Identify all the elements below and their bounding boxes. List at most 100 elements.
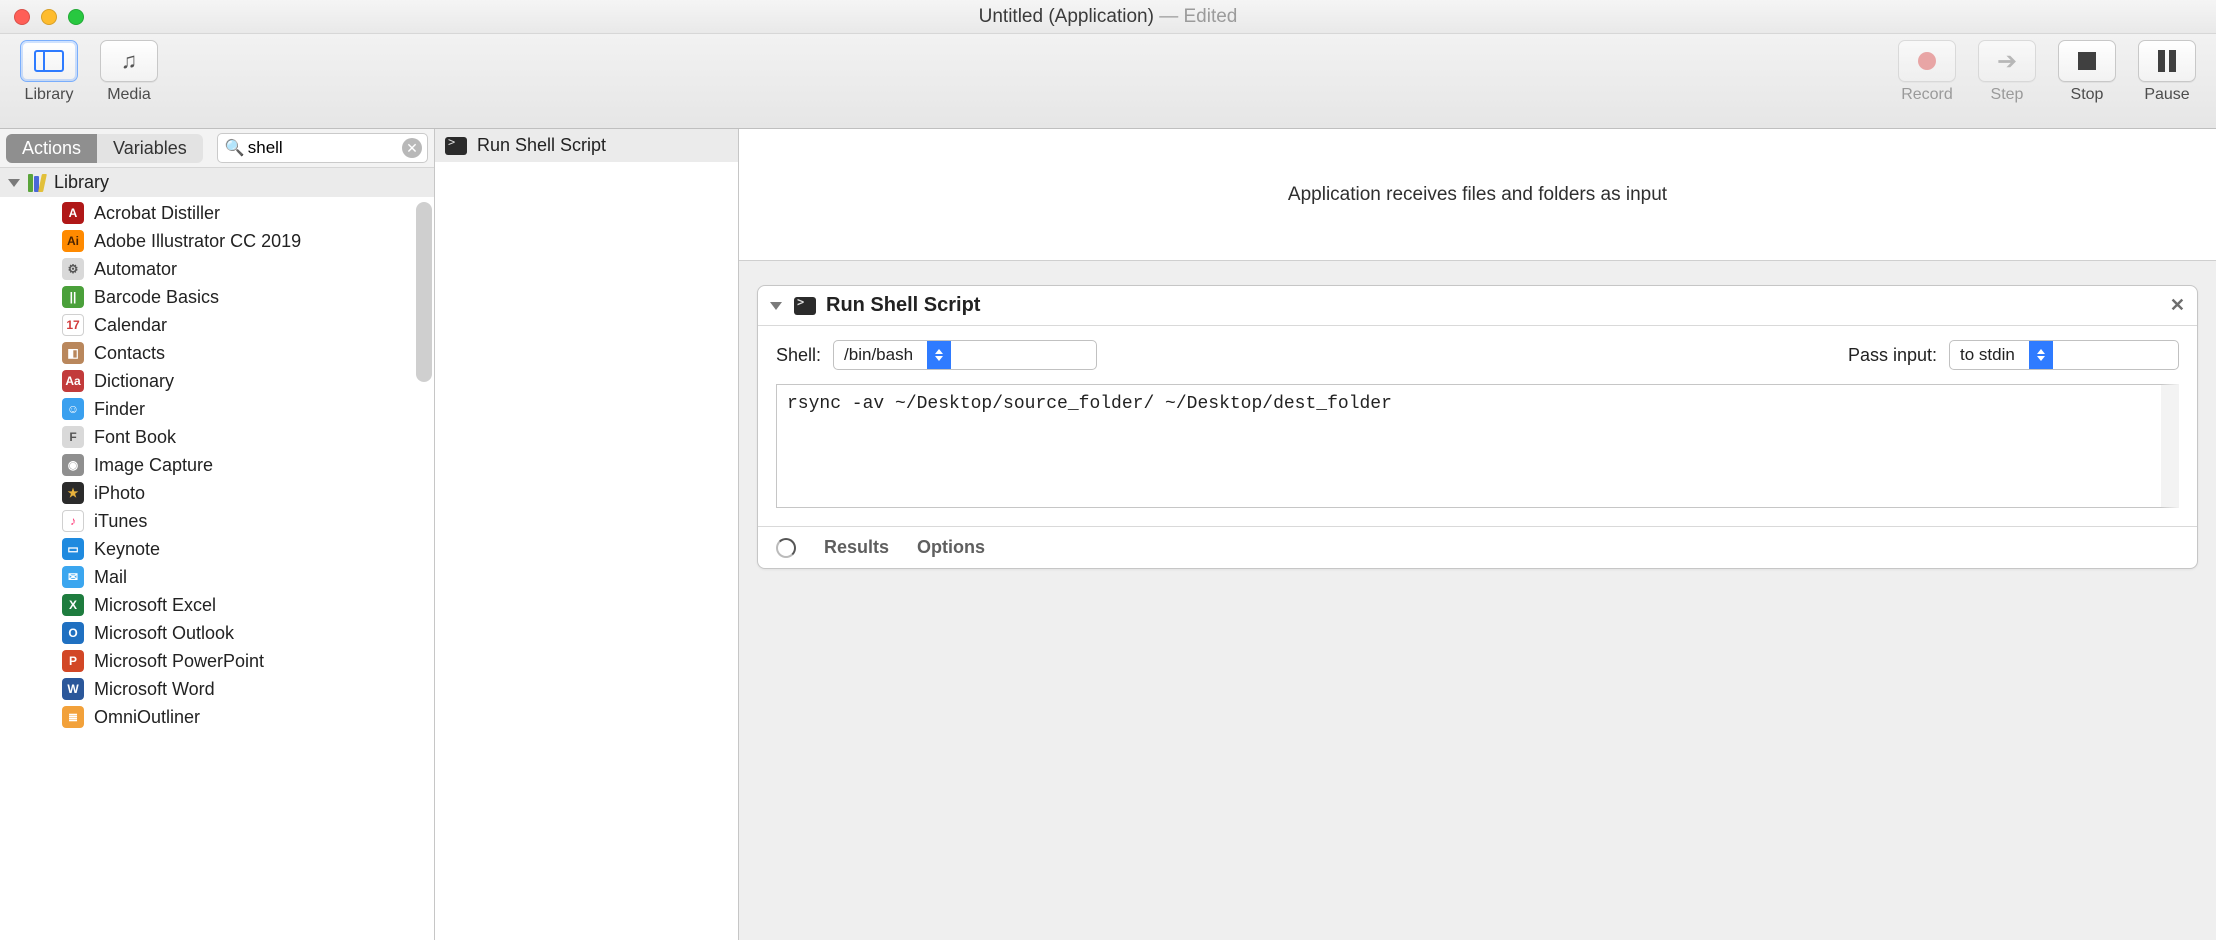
- pass-input-select[interactable]: to stdin: [1949, 340, 2179, 370]
- library-app-item[interactable]: ||Barcode Basics: [0, 283, 434, 311]
- library-app-label: Font Book: [94, 427, 176, 448]
- library-root-label: Library: [54, 172, 109, 193]
- record-icon: [1918, 52, 1936, 70]
- search-clear-button[interactable]: ✕: [402, 138, 422, 158]
- window-controls: [14, 9, 84, 25]
- shell-select-value: /bin/bash: [834, 345, 927, 365]
- app-icon: ★: [62, 482, 84, 504]
- close-window-button[interactable]: [14, 9, 30, 25]
- app-icon: ♪: [62, 510, 84, 532]
- disclosure-triangle-icon[interactable]: [770, 302, 782, 310]
- library-app-label: Mail: [94, 567, 127, 588]
- terminal-icon: [445, 137, 467, 155]
- library-app-item[interactable]: ⚙Automator: [0, 255, 434, 283]
- action-card-header[interactable]: Run Shell Script ✕: [758, 286, 2197, 326]
- minimize-window-button[interactable]: [41, 9, 57, 25]
- shell-script-textarea[interactable]: rsync -av ~/Desktop/source_folder/ ~/Des…: [776, 384, 2179, 508]
- app-icon: ◉: [62, 454, 84, 476]
- app-icon: W: [62, 678, 84, 700]
- pause-icon: [2158, 50, 2176, 72]
- library-app-label: Contacts: [94, 343, 165, 364]
- action-card-close-button[interactable]: ✕: [2170, 295, 2185, 316]
- select-stepper-icon: [2029, 341, 2053, 369]
- shell-select[interactable]: /bin/bash: [833, 340, 1097, 370]
- search-icon: 🔍: [225, 138, 245, 158]
- library-app-label: Calendar: [94, 315, 167, 336]
- library-app-item[interactable]: A Acrobat Distiller: [0, 199, 434, 227]
- step-label: Step: [1991, 86, 2024, 104]
- workflow-pane: Application receives files and folders a…: [739, 129, 2216, 940]
- step-icon: ➔: [1997, 47, 2017, 76]
- library-app-label: Image Capture: [94, 455, 213, 476]
- workflow-input-text: Application receives files and folders a…: [1288, 184, 1667, 206]
- library-app-list: A Acrobat Distiller Ai Adobe Illustrator CC…: [0, 197, 434, 733]
- options-button[interactable]: Options: [917, 537, 985, 558]
- window-title: Untitled (Application) — Edited: [0, 6, 2216, 28]
- stop-icon: [2078, 52, 2096, 70]
- media-button[interactable]: ♫: [100, 40, 158, 82]
- library-app-label: Adobe Illustrator CC 2019: [94, 231, 301, 252]
- library-app-label: Keynote: [94, 539, 160, 560]
- action-result-row[interactable]: Run Shell Script: [435, 129, 738, 162]
- library-app-item[interactable]: ▭ Keynote: [0, 535, 434, 563]
- library-app-label: Automator: [94, 259, 177, 280]
- action-result-label: Run Shell Script: [477, 135, 606, 156]
- action-card-form: Shell: /bin/bash Pass input: to stdin: [758, 326, 2197, 384]
- workflow-input-banner: Application receives files and folders a…: [739, 129, 2216, 261]
- stop-label: Stop: [2071, 86, 2104, 104]
- library-app-label: Acrobat Distiller: [94, 203, 220, 224]
- select-stepper-icon: [927, 341, 951, 369]
- library-root-row[interactable]: Library: [0, 168, 434, 197]
- library-label: Library: [25, 86, 74, 104]
- library-app-item[interactable]: ♪iTunes: [0, 507, 434, 535]
- library-header: Actions Variables 🔍 ✕: [0, 129, 434, 168]
- library-app-label: Microsoft PowerPoint: [94, 651, 264, 672]
- window-title-primary: Untitled (Application): [979, 6, 1154, 27]
- tab-actions[interactable]: Actions: [6, 134, 97, 163]
- library-app-item[interactable]: OMicrosoft Outlook: [0, 619, 434, 647]
- library-app-item[interactable]: PMicrosoft PowerPoint: [0, 647, 434, 675]
- library-app-item[interactable]: ✉ Mail: [0, 563, 434, 591]
- shell-label: Shell:: [776, 345, 821, 366]
- record-button[interactable]: [1898, 40, 1956, 82]
- library-app-item[interactable]: WMicrosoft Word: [0, 675, 434, 703]
- library-app-item[interactable]: 17Calendar: [0, 311, 434, 339]
- app-icon: ||: [62, 286, 84, 308]
- zoom-window-button[interactable]: [68, 9, 84, 25]
- workflow-canvas[interactable]: Run Shell Script ✕ Shell: /bin/bash Pass…: [739, 261, 2216, 940]
- library-scrollbar[interactable]: [416, 202, 432, 382]
- library-app-item[interactable]: ☺Finder: [0, 395, 434, 423]
- app-icon: ≣: [62, 706, 84, 728]
- library-app-item[interactable]: XMicrosoft Excel: [0, 591, 434, 619]
- library-search-input[interactable]: [217, 133, 428, 163]
- action-card-run-shell-script: Run Shell Script ✕ Shell: /bin/bash Pass…: [757, 285, 2198, 569]
- pause-label: Pause: [2144, 86, 2189, 104]
- app-icon: Ai: [62, 230, 84, 252]
- library-app-item[interactable]: ★ iPhoto: [0, 479, 434, 507]
- library-app-item[interactable]: Aa Dictionary: [0, 367, 434, 395]
- pause-button[interactable]: [2138, 40, 2196, 82]
- library-app-item[interactable]: ≣OmniOutliner: [0, 703, 434, 731]
- library-toggle-button[interactable]: [20, 40, 78, 82]
- step-button[interactable]: ➔: [1978, 40, 2036, 82]
- results-button[interactable]: Results: [824, 537, 889, 558]
- terminal-icon: [794, 297, 816, 315]
- library-icon: [34, 50, 64, 72]
- actions-results-pane: Run Shell Script: [435, 129, 739, 940]
- app-icon: ✉: [62, 566, 84, 588]
- stop-button[interactable]: [2058, 40, 2116, 82]
- pass-input-select-value: to stdin: [1950, 345, 2029, 365]
- library-app-item[interactable]: FFont Book: [0, 423, 434, 451]
- library-app-item[interactable]: Ai Adobe Illustrator CC 2019: [0, 227, 434, 255]
- library-app-label: iPhoto: [94, 483, 145, 504]
- app-icon: A: [62, 202, 84, 224]
- action-card-title: Run Shell Script: [826, 294, 980, 317]
- app-icon: ▭: [62, 538, 84, 560]
- library-app-item[interactable]: ◧Contacts: [0, 339, 434, 367]
- library-app-label: Dictionary: [94, 371, 174, 392]
- tab-variables[interactable]: Variables: [97, 134, 203, 163]
- app-icon: Aa: [62, 370, 84, 392]
- library-mode-segmented: Actions Variables: [6, 134, 203, 163]
- disclosure-triangle-icon[interactable]: [8, 179, 20, 187]
- library-app-item[interactable]: ◉ Image Capture: [0, 451, 434, 479]
